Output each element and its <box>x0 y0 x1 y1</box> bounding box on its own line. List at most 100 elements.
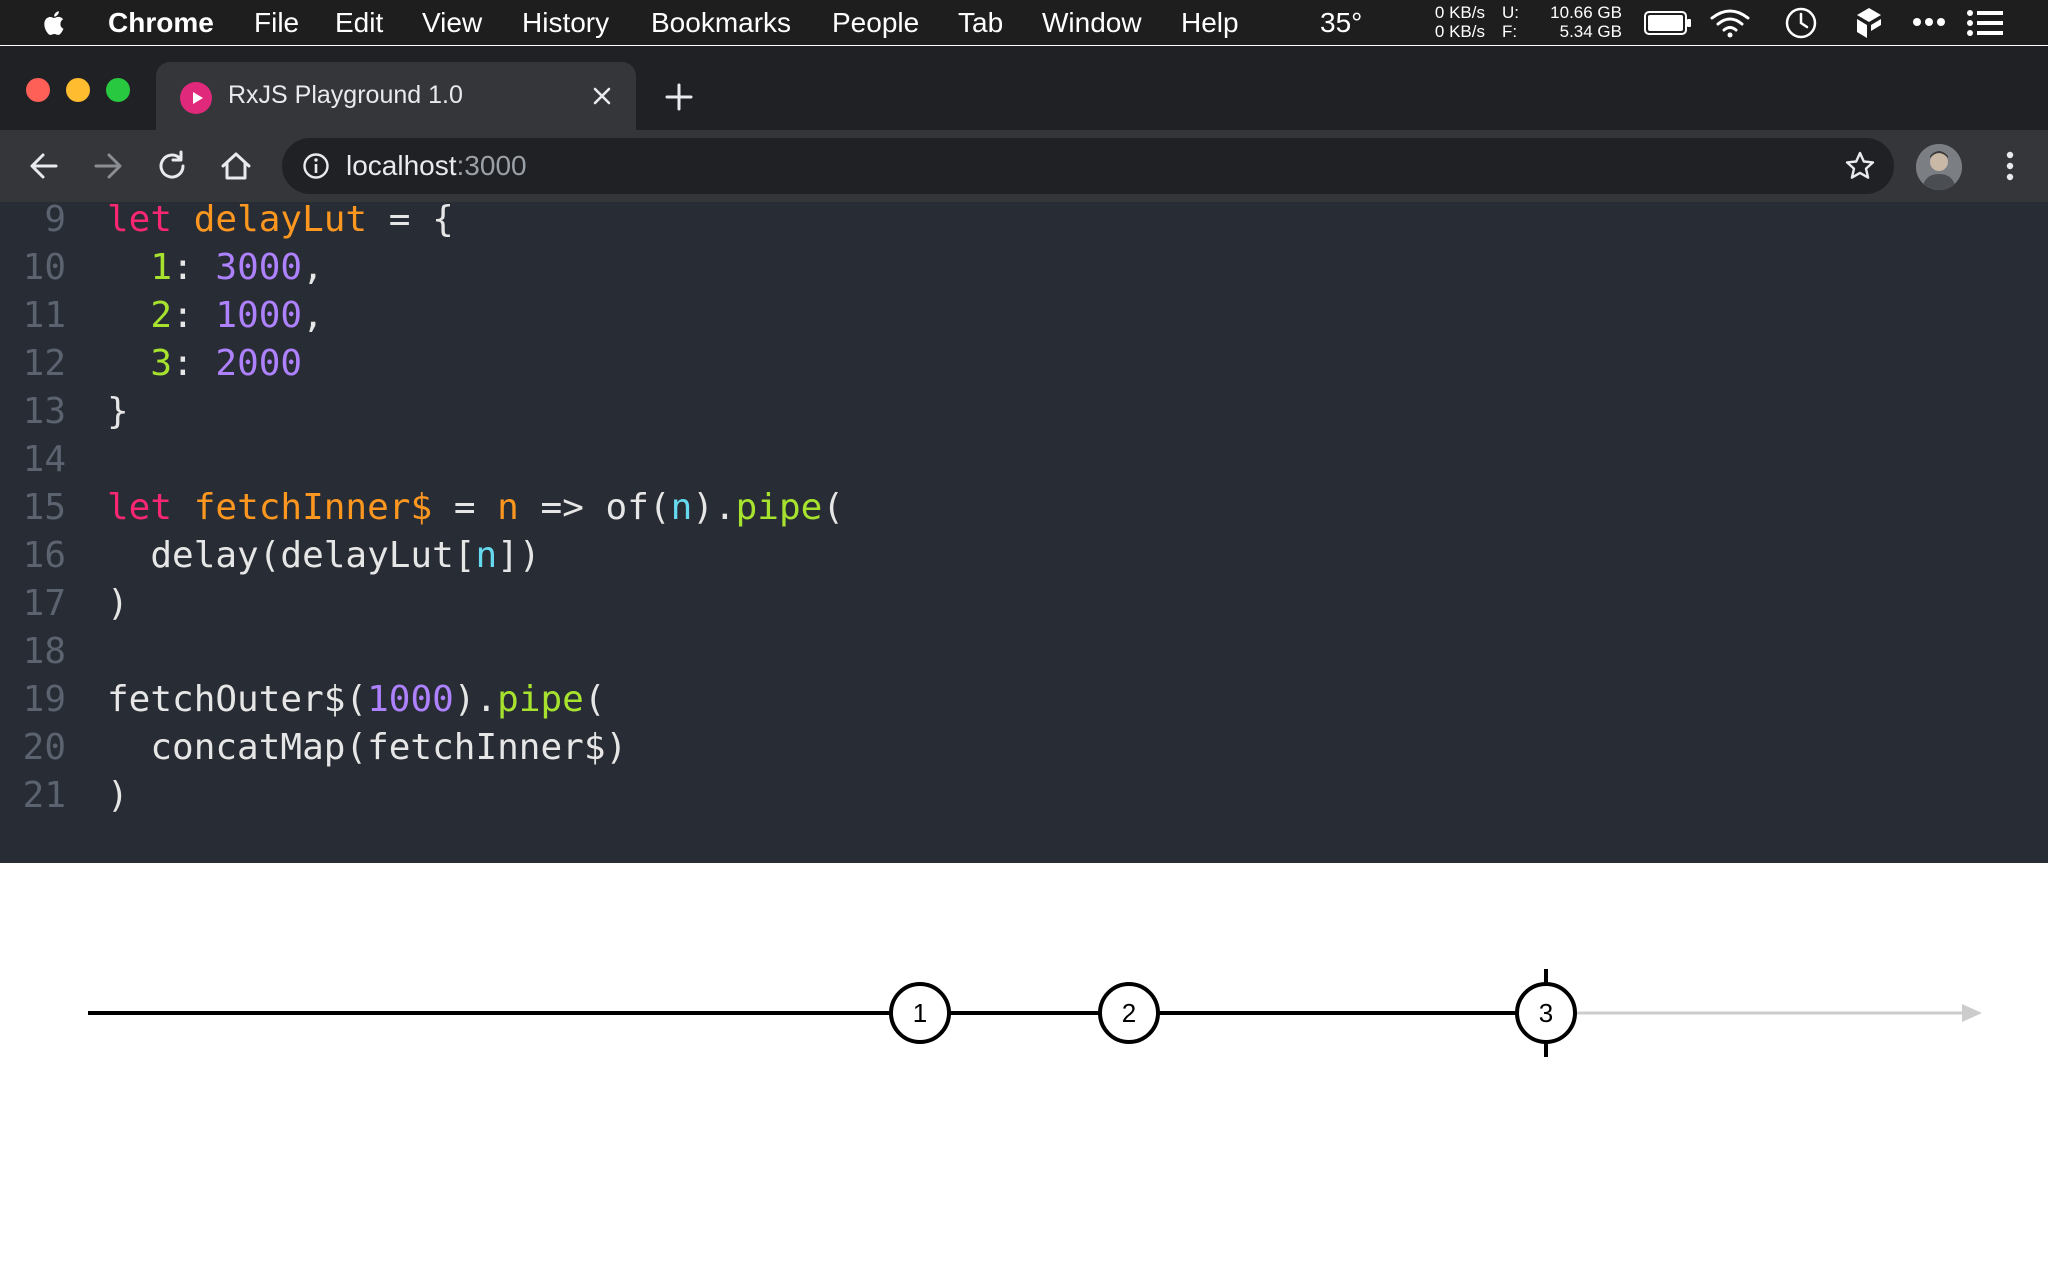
code-line[interactable]: 10 1: 3000, <box>0 244 2048 292</box>
menu-view[interactable]: View <box>422 7 482 39</box>
app-icon[interactable] <box>1854 6 1884 40</box>
code-token: delay(delayLut[ <box>107 535 476 576</box>
wifi-icon[interactable] <box>1710 8 1750 38</box>
disk-labels: U: F: <box>1502 3 1519 41</box>
window-zoom-button[interactable] <box>106 78 130 102</box>
menu-edit[interactable]: Edit <box>335 7 383 39</box>
marble-label: 3 <box>1539 998 1553 1028</box>
line-number: 16 <box>22 535 66 576</box>
back-arrow-icon[interactable] <box>26 148 62 184</box>
code-token: 1000 <box>215 295 303 336</box>
code-token: delayLut <box>193 202 368 240</box>
code-token: 1 <box>150 247 173 288</box>
code-line[interactable]: 21) <box>0 772 2048 820</box>
battery-icon[interactable] <box>1644 10 1692 36</box>
code-text: } <box>107 388 129 436</box>
code-token: 1000 <box>367 679 454 720</box>
address-bar[interactable]: localhost:3000 <box>282 138 1894 194</box>
code-token: 3 <box>150 343 173 384</box>
menu-file[interactable]: File <box>254 7 299 39</box>
line-number: 19 <box>22 679 66 720</box>
menu-history[interactable]: History <box>522 7 609 39</box>
code-line[interactable]: 9 let delayLut = { <box>0 202 2048 244</box>
code-line[interactable]: 20 concatMap(fetchInner$) <box>0 724 2048 772</box>
info-icon[interactable] <box>302 152 330 180</box>
code-text: ) <box>107 580 129 628</box>
code-token: fetchOuter$( <box>107 679 368 720</box>
menu-kebab-icon[interactable] <box>1990 146 2030 186</box>
apple-icon[interactable] <box>40 8 70 38</box>
window-minimize-button[interactable] <box>66 78 90 102</box>
code-token: pipe <box>735 487 823 528</box>
line-number: 21 <box>22 775 66 816</box>
code-line[interactable]: 15 let fetchInner$ = n => of(n).pipe( <box>0 484 2048 532</box>
disk-free-value: 5.34 GB <box>1559 22 1622 41</box>
line-number: 18 <box>22 631 66 672</box>
menu-bookmarks[interactable]: Bookmarks <box>651 7 791 39</box>
code-token: n <box>475 535 498 576</box>
code-token: let <box>107 487 173 528</box>
code-line[interactable]: 11 2: 1000, <box>0 292 2048 340</box>
line-number: 11 <box>22 295 66 336</box>
bookmark-star-icon[interactable] <box>1844 150 1876 182</box>
home-icon[interactable] <box>218 148 254 184</box>
close-icon[interactable] <box>586 80 618 112</box>
menu-window[interactable]: Window <box>1042 7 1142 39</box>
new-tab-icon[interactable] <box>662 80 696 114</box>
menu-app-name[interactable]: Chrome <box>108 7 214 39</box>
code-token: 2000 <box>215 343 303 384</box>
forward-arrow-icon[interactable] <box>90 148 126 184</box>
code-token: , <box>302 295 324 336</box>
code-token: : <box>172 295 216 336</box>
disk-stats[interactable]: 10.66 GB 5.34 GB <box>1530 3 1622 41</box>
code-text: 3: 2000 <box>107 340 302 388</box>
code-token: n <box>670 487 693 528</box>
network-stats[interactable]: 0 KB/s 0 KB/s <box>1427 3 1485 41</box>
url-port: :3000 <box>456 150 527 181</box>
reload-icon[interactable] <box>154 148 190 184</box>
code-editor[interactable]: 9 let delayLut = {10 1: 3000, 11 2: 1000, 1… <box>0 202 2048 863</box>
code-line[interactable]: 16 delay(delayLut[n]) <box>0 532 2048 580</box>
marble-diagram: 1 2 3 <box>0 863 2048 1280</box>
profile-avatar[interactable] <box>1916 144 1962 190</box>
code-token: fetchInner$ <box>193 487 433 528</box>
window-close-button[interactable] <box>26 78 50 102</box>
code-text: let fetchInner$ = n => of(n).pipe( <box>107 484 844 532</box>
code-token: : <box>172 343 216 384</box>
code-line[interactable]: 13} <box>0 388 2048 436</box>
line-number: 12 <box>22 343 66 384</box>
code-token: => of( <box>518 487 671 528</box>
code-line[interactable]: 17) <box>0 580 2048 628</box>
timeline-arrowhead <box>1962 1004 1982 1022</box>
code-token: concatMap(fetchInner$) <box>107 727 628 768</box>
code-token: = <box>432 487 498 528</box>
code-line[interactable]: 18 <box>0 628 2048 676</box>
line-number: 9 <box>44 202 66 240</box>
menu-tab[interactable]: Tab <box>958 7 1003 39</box>
code-line[interactable]: 19 fetchOuter$(1000).pipe( <box>0 676 2048 724</box>
avatar-person-icon <box>1916 144 1962 190</box>
temperature-readout[interactable]: 35° <box>1320 7 1362 39</box>
browser-tab[interactable]: RxJS Playground 1.0 <box>156 62 636 130</box>
disk-used-value: 10.66 GB <box>1550 3 1622 22</box>
code-line[interactable]: 14 <box>0 436 2048 484</box>
line-number: 13 <box>22 391 66 432</box>
disk-f-label: F: <box>1502 22 1518 41</box>
tab-title: RxJS Playground 1.0 <box>228 81 463 109</box>
code-text: concatMap(fetchInner$) <box>107 724 627 772</box>
code-token: } <box>107 391 129 432</box>
url-text[interactable]: localhost:3000 <box>346 150 527 182</box>
clock-icon[interactable] <box>1784 6 1818 40</box>
list-icon[interactable] <box>1966 9 2004 37</box>
url-host: localhost <box>346 150 457 181</box>
code-text: 2: 1000, <box>107 292 324 340</box>
menu-help[interactable]: Help <box>1181 7 1239 39</box>
code-token: let <box>107 202 173 240</box>
code-line[interactable]: 12 3: 2000 <box>0 340 2048 388</box>
code-token: , <box>302 247 324 288</box>
more-icon[interactable] <box>1912 14 1946 30</box>
menu-people[interactable]: People <box>832 7 919 39</box>
